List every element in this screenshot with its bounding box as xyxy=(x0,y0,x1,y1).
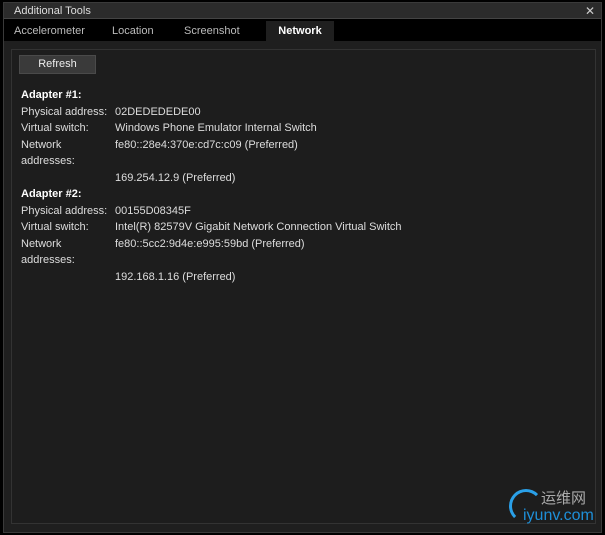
adapter-heading: Adapter #2: xyxy=(21,188,82,200)
network-panel: Refresh Adapter #1: Physical address: 02D… xyxy=(4,41,601,532)
tab-screenshot[interactable]: Screenshot xyxy=(174,21,256,41)
network-address: 192.168.1.16 (Preferred) xyxy=(115,270,236,283)
watermark-en: iyunv.com xyxy=(523,507,594,524)
adapter-list: Adapter #1: Physical address: 02DEDEDEDE0… xyxy=(21,87,402,285)
adapter-1: Adapter #1: Physical address: 02DEDEDEDE0… xyxy=(21,87,402,186)
network-address: fe80::28e4:370e:cd7c:c09 (Preferred) xyxy=(115,138,298,151)
tab-bar: Accelerometer Location Screenshot Networ… xyxy=(4,21,601,41)
virtual-switch-value: Intel(R) 82579V Gigabit Network Connecti… xyxy=(115,221,402,233)
refresh-button[interactable]: Refresh xyxy=(19,55,96,74)
adapter-heading: Adapter #1: xyxy=(21,89,82,101)
physical-address-label: Physical address: xyxy=(21,204,108,217)
physical-address-label: Physical address: xyxy=(21,105,108,118)
network-addresses-label: Network addresses: xyxy=(21,138,75,168)
tab-network[interactable]: Network xyxy=(266,21,334,41)
watermark-cn: 运维网 xyxy=(541,490,587,507)
virtual-switch-label: Virtual switch: xyxy=(21,221,89,233)
window-title: Additional Tools xyxy=(14,5,91,17)
network-address: 169.254.12.9 (Preferred) xyxy=(115,171,236,184)
virtual-switch-label: Virtual switch: xyxy=(21,122,89,134)
physical-address-value: 00155D08345F xyxy=(115,204,191,217)
network-addresses-label: Network addresses: xyxy=(21,237,75,267)
title-bar: Additional Tools ✕ xyxy=(4,3,601,19)
physical-address-value: 02DEDEDEDE00 xyxy=(115,105,201,118)
watermark-logo: 运维网 iyunv.com xyxy=(501,485,601,529)
tab-location[interactable]: Location xyxy=(102,21,174,41)
additional-tools-window: Additional Tools ✕ Accelerometer Locatio… xyxy=(3,2,602,533)
adapter-2: Adapter #2: Physical address: 00155D08345… xyxy=(21,186,402,285)
close-icon[interactable]: ✕ xyxy=(585,3,595,19)
tab-accelerometer[interactable]: Accelerometer xyxy=(4,21,102,41)
network-address: fe80::5cc2:9d4e:e995:59bd (Preferred) xyxy=(115,237,305,250)
virtual-switch-value: Windows Phone Emulator Internal Switch xyxy=(115,122,317,134)
